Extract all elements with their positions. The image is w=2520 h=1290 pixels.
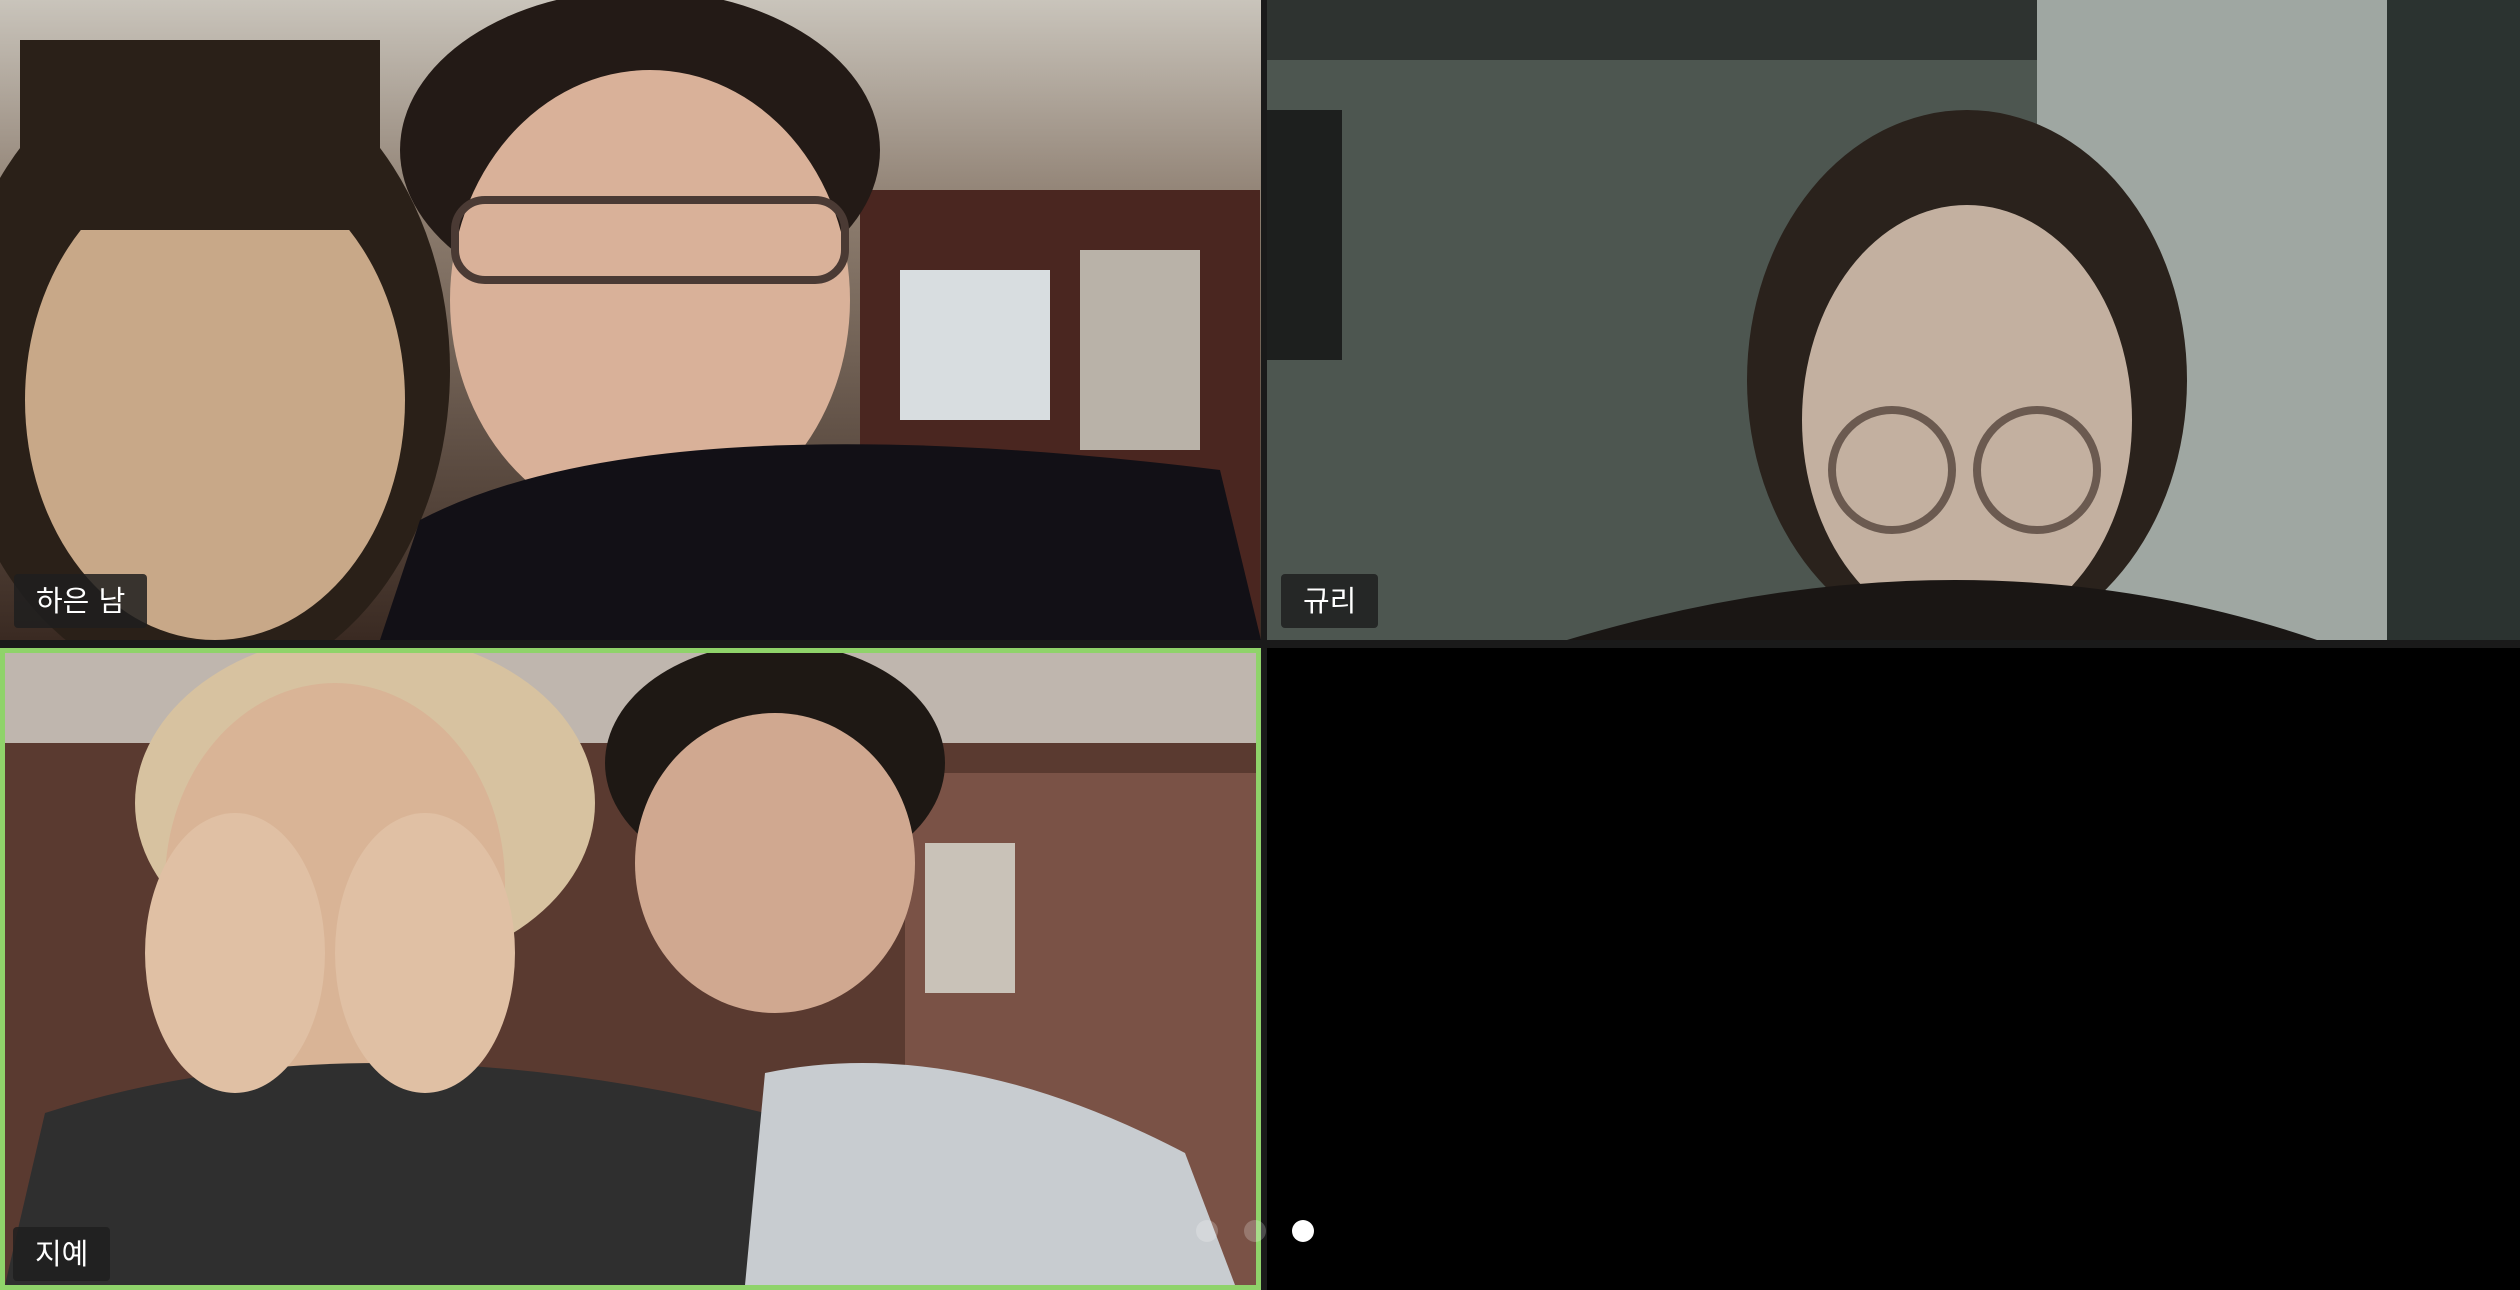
participant-video-2 (1267, 0, 2520, 640)
participant-name-label: 지예 (13, 1227, 111, 1281)
participant-tile-3[interactable]: 지예 (0, 648, 1261, 1290)
empty-tile (1267, 648, 2520, 1290)
participant-tile-1[interactable]: 하은 남 (0, 0, 1261, 640)
participant-name-label: 하은 남 (14, 574, 148, 628)
participant-video-1 (0, 0, 1261, 640)
page-dot-1[interactable] (1196, 1220, 1218, 1242)
participant-video-3 (5, 653, 1256, 1285)
gallery-pagination (1196, 1220, 1314, 1242)
page-dot-3-current[interactable] (1292, 1220, 1314, 1242)
video-gallery: 하은 남 규리 지예 (0, 0, 2520, 1290)
participant-tile-2[interactable]: 규리 (1267, 0, 2520, 640)
participant-name-label: 규리 (1281, 574, 1379, 628)
page-dot-2[interactable] (1244, 1220, 1266, 1242)
